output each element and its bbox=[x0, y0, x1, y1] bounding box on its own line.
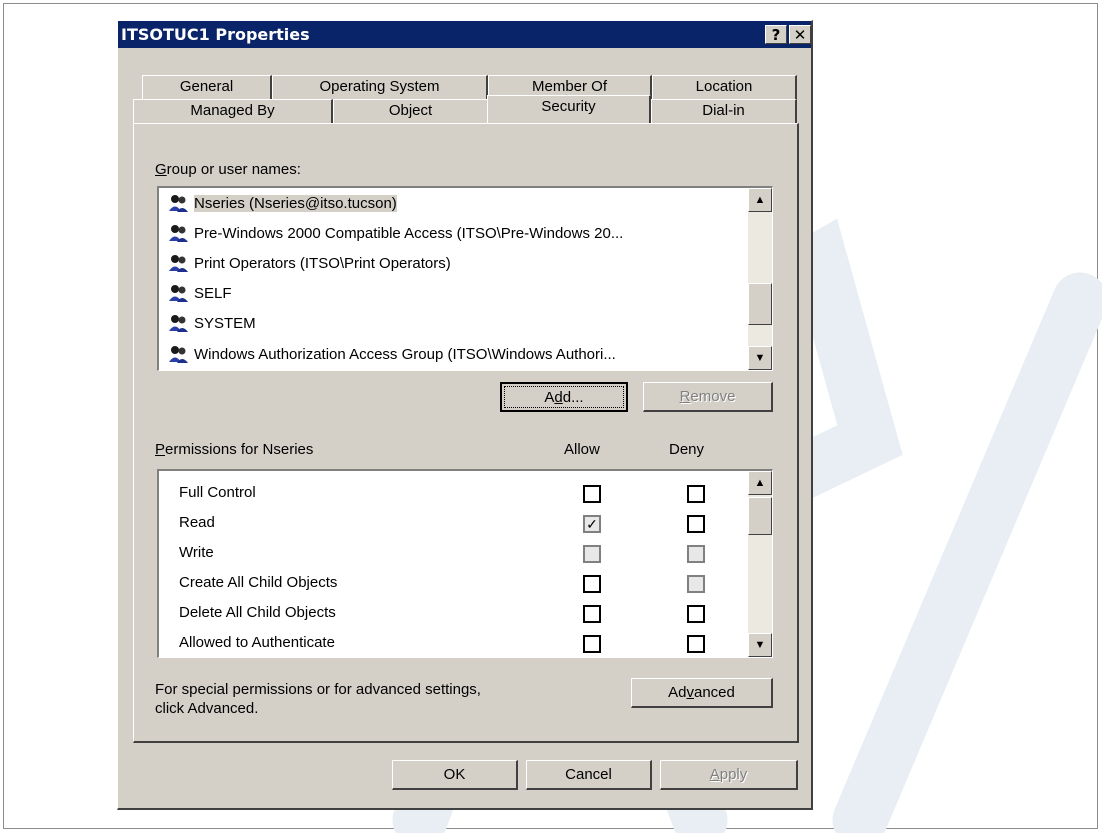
permission-name: Delete All Child Objects bbox=[179, 604, 336, 621]
list-item[interactable]: SELF bbox=[167, 280, 232, 306]
group-icon bbox=[167, 343, 189, 365]
apply-button[interactable]: Apply bbox=[660, 760, 798, 790]
close-button[interactable]: ✕ bbox=[789, 25, 811, 44]
allow-header: Allow bbox=[564, 441, 600, 458]
permission-row: Full Control bbox=[159, 479, 772, 509]
permission-row: Allowed to Authenticate bbox=[159, 629, 772, 657]
allow-checkbox[interactable] bbox=[583, 605, 601, 623]
permissions-scrollbar[interactable]: ▲ ▼ bbox=[748, 471, 772, 657]
remove-button[interactable]: Remove bbox=[643, 382, 773, 412]
group-icon bbox=[167, 282, 189, 304]
scroll-up-icon[interactable]: ▲ bbox=[748, 188, 772, 212]
tab-location[interactable]: Location bbox=[652, 75, 797, 99]
list-item[interactable]: Windows Authorization Access Group (ITSO… bbox=[167, 341, 616, 367]
tab-operating-system[interactable]: Operating System bbox=[272, 75, 488, 99]
allow-checkbox[interactable] bbox=[583, 545, 601, 563]
tab-managed-by[interactable]: Managed By bbox=[133, 99, 333, 123]
group-names-label: Group or user names: bbox=[155, 161, 301, 178]
list-item[interactable]: Print Operators (ITSO\Print Operators) bbox=[167, 250, 451, 276]
advanced-hint-text: For special permissions or for advanced … bbox=[155, 681, 481, 717]
allow-checkbox[interactable] bbox=[583, 575, 601, 593]
user-icon bbox=[167, 192, 189, 214]
properties-dialog: ITSOTUC1 Properties ? ✕ General Operatin… bbox=[117, 20, 813, 810]
permission-name: Create All Child Objects bbox=[179, 574, 338, 591]
group-list-scrollbar[interactable]: ▲ ▼ bbox=[748, 188, 772, 370]
allow-checkbox[interactable] bbox=[583, 485, 601, 503]
permission-name: Write bbox=[179, 544, 214, 561]
allow-checkbox[interactable]: ✓ bbox=[583, 515, 601, 533]
deny-checkbox[interactable] bbox=[687, 635, 705, 653]
scroll-thumb[interactable] bbox=[748, 283, 772, 325]
group-icon bbox=[167, 312, 189, 334]
tab-general[interactable]: General bbox=[142, 75, 272, 99]
permissions-list[interactable]: Full Control Read ✓ Write Create All Child O… bbox=[157, 469, 773, 658]
deny-checkbox[interactable] bbox=[687, 515, 705, 533]
permission-row: Write bbox=[159, 539, 772, 569]
allow-checkbox[interactable] bbox=[583, 635, 601, 653]
ok-button[interactable]: OK bbox=[392, 760, 518, 790]
list-item[interactable]: Pre-Windows 2000 Compatible Access (ITSO… bbox=[167, 220, 623, 246]
permission-row: Create All Child Objects bbox=[159, 569, 772, 599]
deny-checkbox[interactable] bbox=[687, 605, 705, 623]
add-button[interactable]: Add... bbox=[500, 382, 628, 412]
deny-checkbox[interactable] bbox=[687, 485, 705, 503]
deny-checkbox[interactable] bbox=[687, 575, 705, 593]
advanced-button[interactable]: Advanced bbox=[631, 678, 773, 708]
group-icon bbox=[167, 222, 189, 244]
cancel-button[interactable]: Cancel bbox=[526, 760, 652, 790]
deny-checkbox[interactable] bbox=[687, 545, 705, 563]
scroll-up-icon[interactable]: ▲ bbox=[748, 471, 772, 495]
permission-name: Read bbox=[179, 514, 215, 531]
group-icon bbox=[167, 252, 189, 274]
list-item[interactable]: SYSTEM bbox=[167, 310, 256, 336]
security-tab-panel: Group or user names: Nseries (Nseries@it… bbox=[133, 123, 799, 743]
permissions-label: Permissions for Nseries bbox=[155, 441, 314, 458]
tab-dial-in[interactable]: Dial-in bbox=[651, 99, 797, 123]
group-user-list[interactable]: Nseries (Nseries@itso.tucson) Pre-Window… bbox=[157, 186, 773, 371]
tab-security[interactable]: Security bbox=[487, 95, 651, 123]
title-bar[interactable]: ITSOTUC1 Properties ? ✕ bbox=[118, 21, 811, 48]
window-title: ITSOTUC1 Properties bbox=[121, 25, 310, 44]
permission-name: Allowed to Authenticate bbox=[179, 634, 335, 651]
list-item[interactable]: Nseries (Nseries@itso.tucson) bbox=[167, 190, 397, 216]
permission-row: Read ✓ bbox=[159, 509, 772, 539]
scroll-thumb[interactable] bbox=[748, 497, 772, 535]
permission-row: Delete All Child Objects bbox=[159, 599, 772, 629]
deny-header: Deny bbox=[669, 441, 705, 458]
permission-name: Full Control bbox=[179, 484, 256, 501]
help-button[interactable]: ? bbox=[765, 25, 787, 44]
scroll-down-icon[interactable]: ▼ bbox=[748, 346, 772, 370]
scroll-down-icon[interactable]: ▼ bbox=[748, 633, 772, 657]
tab-object[interactable]: Object bbox=[333, 99, 489, 123]
